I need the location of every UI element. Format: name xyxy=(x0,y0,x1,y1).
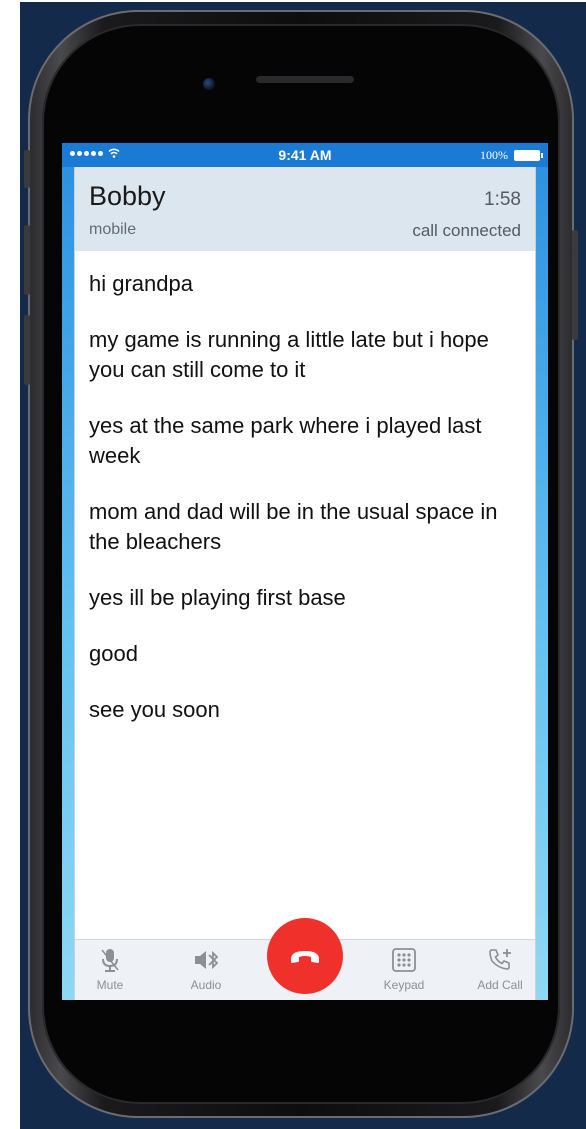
end-call-button[interactable] xyxy=(267,918,343,994)
caption-line: mom and dad will be in the usual space i… xyxy=(89,499,498,554)
front-camera xyxy=(203,78,215,90)
add-call-label: Add Call xyxy=(477,978,523,992)
caption-line: see you soon xyxy=(89,697,220,722)
add-call-button[interactable]: Add Call xyxy=(465,946,535,992)
status-right: 100% xyxy=(480,148,543,163)
add-call-icon xyxy=(489,949,511,970)
mute-label: Mute xyxy=(96,978,124,992)
call-status: call connected xyxy=(412,221,521,240)
audio-button[interactable]: Audio xyxy=(171,946,241,992)
caption-line: hi grandpa xyxy=(89,271,193,296)
battery-icon xyxy=(514,150,543,161)
caption-transcript: hi grandpa my game is running a little l… xyxy=(89,269,529,751)
call-header: Bobby 1:58 mobile call connected xyxy=(75,167,535,251)
call-duration: 1:58 xyxy=(484,189,521,210)
volume-up-button xyxy=(24,225,30,295)
mute-button[interactable]: Mute xyxy=(75,946,145,992)
volume-down-button xyxy=(24,315,30,385)
caption-line: good xyxy=(89,641,138,666)
status-time: 9:41 AM xyxy=(278,147,332,163)
call-view: Bobby 1:58 mobile call connected hi gran… xyxy=(74,167,536,1000)
caption-line: yes ill be playing first base xyxy=(89,585,346,610)
caption-line: yes at the same park where i played last… xyxy=(89,413,482,468)
caller-name: Bobby xyxy=(89,181,166,211)
power-button xyxy=(572,230,578,340)
call-controls: Mute Audio Keypad Add Call xyxy=(75,918,535,1000)
caption-line: my game is running a little late but i h… xyxy=(89,327,489,382)
phone-hangup-icon xyxy=(291,951,319,963)
keypad-icon xyxy=(392,948,416,972)
earpiece-speaker xyxy=(256,76,354,83)
audio-label: Audio xyxy=(190,978,222,992)
keypad-button[interactable]: Keypad xyxy=(369,946,439,992)
battery-percent: 100% xyxy=(480,148,508,162)
status-bar: 9:41 AM 100% xyxy=(62,143,548,167)
keypad-label: Keypad xyxy=(383,978,425,992)
phone-screen: 9:41 AM 100% Bobby 1:58 mobile call conn… xyxy=(62,143,548,1000)
silent-switch xyxy=(24,150,30,188)
microphone-icon xyxy=(101,949,119,972)
bluetooth-speaker-icon xyxy=(195,950,219,970)
caller-number-type: mobile xyxy=(89,221,137,238)
